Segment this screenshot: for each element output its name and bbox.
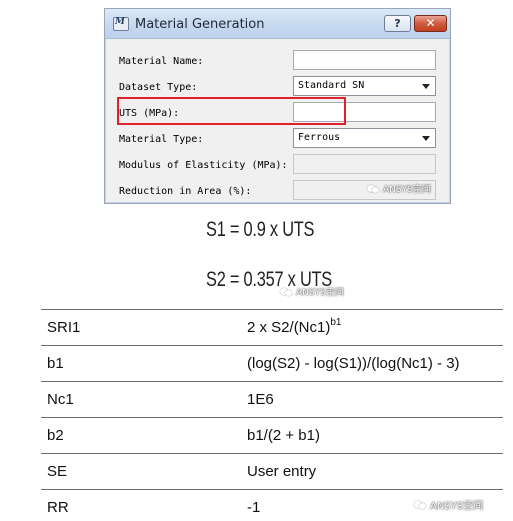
param-formula: (log(S2) - log(S1))/(log(Nc1) - 3) <box>247 355 460 372</box>
material-name-input[interactable] <box>293 50 436 70</box>
reduction-label: Reduction in Area (%): <box>119 186 252 197</box>
wechat-icon <box>414 500 427 510</box>
param-name: SE <box>47 463 68 480</box>
watermark-text: ANSYS空间 <box>296 288 344 298</box>
table-row: SE User entry <box>41 453 503 489</box>
chevron-down-icon <box>422 136 430 141</box>
dataset-type-value: Standard SN <box>298 80 365 91</box>
wechat-icon <box>367 184 380 194</box>
watermark-text: ANSYS空间 <box>430 501 484 512</box>
dialog-title: Material Generation <box>135 17 265 32</box>
watermark: ANSYS空间 <box>367 182 431 195</box>
wechat-icon <box>280 287 293 297</box>
watermark: ANSYS空间 <box>414 497 483 512</box>
param-name: Nc1 <box>47 391 74 408</box>
param-name: SRI1 <box>47 319 81 336</box>
table-row: b2 b1/(2 + b1) <box>41 417 503 453</box>
dialog-titlebar[interactable]: M Material Generation ? ✕ <box>105 9 450 39</box>
watermark: ANSYS空间 <box>280 285 344 298</box>
param-formula: 2 x S2/(Nc1)b1 <box>247 317 342 336</box>
watermark-text: ANSYS空间 <box>383 185 431 195</box>
table-row: SRI1 2 x S2/(Nc1)b1 <box>41 309 503 345</box>
dataset-type-label: Dataset Type: <box>119 82 198 93</box>
close-button[interactable]: ✕ <box>414 15 447 32</box>
material-type-label: Material Type: <box>119 134 204 145</box>
material-name-label: Material Name: <box>119 56 204 67</box>
param-name: b2 <box>47 427 64 444</box>
param-formula: User entry <box>247 463 317 480</box>
param-name: RR <box>47 499 69 516</box>
material-type-value: Ferrous <box>298 132 341 143</box>
uts-highlight-box <box>117 97 346 125</box>
parameter-table: SRI1 2 x S2/(Nc1)b1 b1 (log(S2) - log(S1… <box>41 309 503 521</box>
dataset-type-select[interactable]: Standard SN <box>293 76 436 96</box>
help-button[interactable]: ? <box>384 15 411 32</box>
param-formula: b1/(2 + b1) <box>247 427 320 444</box>
param-formula: 1E6 <box>247 391 274 408</box>
table-row: b1 (log(S2) - log(S1))/(log(Nc1) - 3) <box>41 345 503 381</box>
table-row: Nc1 1E6 <box>41 381 503 417</box>
param-formula: -1 <box>247 499 261 516</box>
chevron-down-icon <box>422 84 430 89</box>
modulus-label: Modulus of Elasticity (MPa): <box>119 160 288 171</box>
modulus-input[interactable] <box>293 154 436 174</box>
param-name: b1 <box>47 355 64 372</box>
material-type-select[interactable]: Ferrous <box>293 128 436 148</box>
app-icon: M <box>113 17 129 31</box>
formula-s1: S1 = 0.9 x UTS <box>206 218 315 241</box>
